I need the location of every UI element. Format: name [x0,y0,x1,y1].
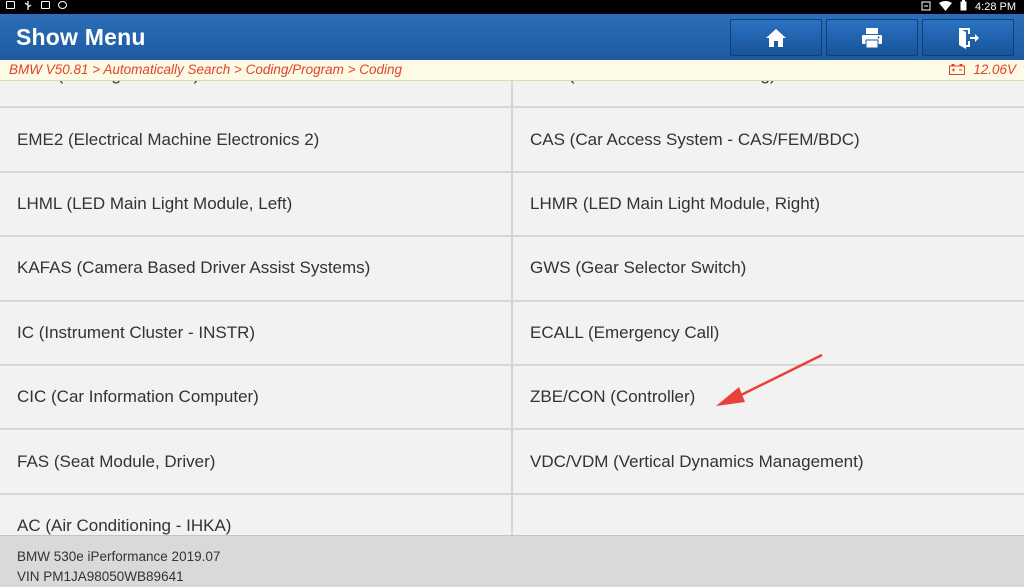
battery-voltage: 12.06V [949,62,1016,77]
vehicle-model: BMW 530e iPerformance 2019.07 [17,549,221,564]
exit-icon [959,27,979,49]
module-item-empty [513,494,1024,535]
status-left-icons [6,1,67,10]
module-item-ac[interactable]: AC (Air Conditioning - IHKA) [0,494,511,535]
home-icon [766,28,786,47]
module-item-vdc-vdm[interactable]: VDC/VDM (Vertical Dynamics Management) [513,430,1024,493]
module-item-ic[interactable]: IC (Instrument Cluster - INSTR) [0,301,511,364]
status-time: 4:28 PM [975,1,1016,13]
module-item-eme2[interactable]: EME2 (Electrical Machine Electronics 2) [0,108,511,171]
print-button[interactable] [826,19,918,56]
vehicle-info-footer: BMW 530e iPerformance 2019.07 VIN PM1JA9… [0,535,1024,587]
module-item-fas[interactable]: FAS (Seat Module, Driver) [0,430,511,493]
module-item-kafas[interactable]: KAFAS (Camera Based Driver Assist System… [0,237,511,300]
module-list[interactable]: PMA (Parking Assistant) EPS (Electronic … [0,81,1024,535]
battery-saver-icon [921,1,931,14]
breadcrumb-bar: BMW V50.81 > Automatically Search > Codi… [0,60,1024,81]
exit-button[interactable] [922,19,1014,56]
module-item-pma[interactable]: PMA (Parking Assistant) [0,81,511,107]
module-item-lhml[interactable]: LHML (LED Main Light Module, Left) [0,172,511,236]
module-grid: PMA (Parking Assistant) EPS (Electronic … [0,81,1024,535]
title-bar: Show Menu [0,14,1024,60]
module-item-cas[interactable]: CAS (Car Access System - CAS/FEM/BDC) [513,108,1024,171]
media-icon [41,1,50,9]
vehicle-vin: VIN PM1JA98050WB89641 [17,569,184,584]
module-item-cic[interactable]: CIC (Car Information Computer) [0,365,511,429]
home-button[interactable] [730,19,822,56]
notification-icon [6,1,15,9]
module-item-zbe-con[interactable]: ZBE/CON (Controller) [513,365,1024,429]
breadcrumb: BMW V50.81 > Automatically Search > Codi… [9,62,403,77]
car-battery-icon [949,64,966,75]
wifi-icon [939,0,953,14]
usb-icon [23,1,33,10]
module-item-lhmr[interactable]: LHMR (LED Main Light Module, Right) [513,172,1024,236]
module-item-ecall[interactable]: ECALL (Emergency Call) [513,301,1024,364]
bluetooth-icon [58,1,67,9]
android-status-bar: 4:28 PM [0,0,1024,14]
module-item-eps[interactable]: EPS (Electronic Power Steering) [513,81,1024,107]
module-item-gws[interactable]: GWS (Gear Selector Switch) [513,237,1024,300]
page-title: Show Menu [16,24,146,50]
battery-icon [960,0,967,14]
status-right-icons: 4:28 PM [921,0,1016,14]
voltage-value: 12.06V [973,62,1016,77]
print-icon [862,27,882,48]
